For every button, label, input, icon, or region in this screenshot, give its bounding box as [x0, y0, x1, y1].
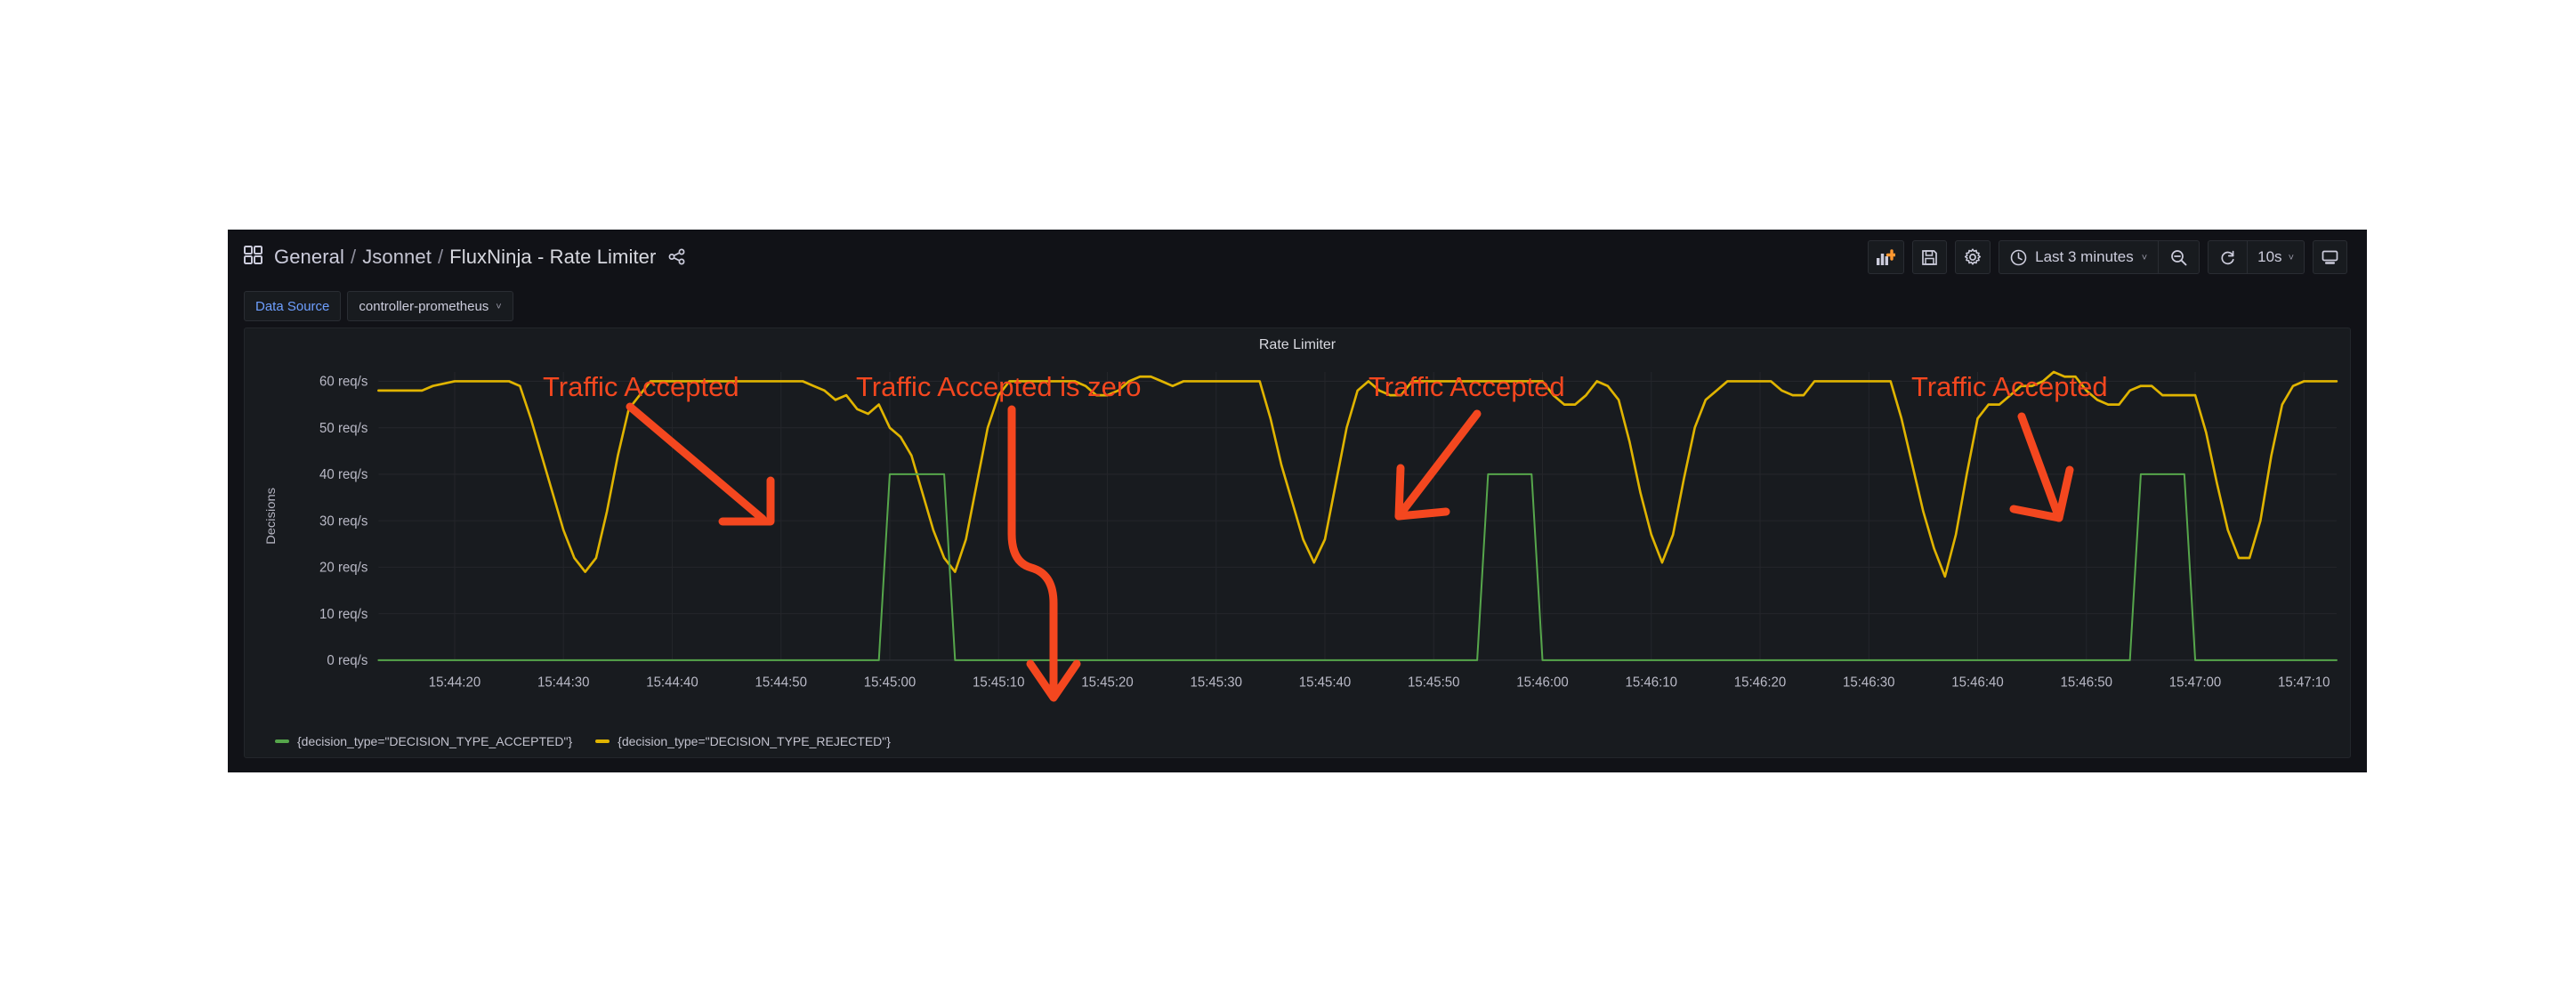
grafana-app: General / Jsonnet / FluxNinja - Rate Lim… — [228, 230, 2367, 772]
refresh-interval-label: 10s — [2257, 248, 2282, 265]
dashboard-variables-bar: Data Source controller-prometheus ˅ — [228, 285, 2367, 327]
chart-svg: 0 req/s 10 req/s 20 req/s 30 req/s 40 req/s 5… — [264, 370, 2338, 691]
screenshot-root: General / Jsonnet / FluxNinja - Rate Lim… — [0, 0, 2576, 994]
x-axis-tick-label: 15:46:20 — [1734, 675, 1786, 690]
breadcrumb-general[interactable]: General — [274, 246, 344, 269]
x-axis-tick-label: 15:45:40 — [1299, 675, 1351, 690]
breadcrumb-separator-1: / — [350, 246, 357, 268]
y-axis-tick-label: 40 req/s — [319, 467, 368, 482]
y-axis-tick-label: 20 req/s — [319, 560, 368, 575]
zoom-out-icon — [2170, 249, 2187, 266]
x-axis-tick-label: 15:46:30 — [1843, 675, 1894, 690]
x-axis-tick-label: 15:46:00 — [1516, 675, 1568, 690]
time-range-picker[interactable]: Last 3 minutes ˅ — [1999, 241, 2158, 273]
datasource-variable-value: controller-prometheus — [359, 298, 489, 314]
x-axis-tick-label: 15:45:10 — [973, 675, 1024, 690]
zoom-out-button[interactable] — [2159, 241, 2199, 273]
panel-plot-area[interactable]: 0 req/s 10 req/s 20 req/s 30 req/s 40 req/s 5… — [245, 355, 2350, 731]
timeseries-panel: Rate Limiter 0 req/s 10 req/s 20 req/s 30 r… — [244, 327, 2351, 758]
kiosk-mode-button[interactable] — [2313, 240, 2347, 274]
breadcrumb-dashboard-title[interactable]: FluxNinja - Rate Limiter — [449, 246, 656, 269]
legend-item-rejected[interactable]: {decision_type="DECISION_TYPE_REJECTED"} — [595, 734, 891, 748]
refresh-icon — [2219, 249, 2236, 266]
top-navbar: General / Jsonnet / FluxNinja - Rate Lim… — [228, 230, 2367, 285]
x-axis-tick-label: 15:44:30 — [537, 675, 589, 690]
legend-swatch-accepted — [275, 739, 289, 743]
datasource-variable: Data Source controller-prometheus ˅ — [244, 291, 513, 321]
panel-legend: {decision_type="DECISION_TYPE_ACCEPTED"}… — [245, 731, 2350, 757]
clock-icon — [2010, 249, 2027, 266]
time-range-label: Last 3 minutes — [2035, 248, 2134, 265]
chevron-down-icon: ˅ — [2288, 253, 2294, 263]
navbar-toolbar: Last 3 minutes ˅ 10s ˅ — [1868, 240, 2347, 274]
breadcrumb: General / Jsonnet / FluxNinja - Rate Lim… — [274, 246, 686, 269]
legend-item-accepted[interactable]: {decision_type="DECISION_TYPE_ACCEPTED"} — [275, 734, 572, 748]
chevron-down-icon: ˅ — [496, 302, 502, 312]
y-axis-tick-label: 0 req/s — [327, 653, 367, 668]
navbar-left: General / Jsonnet / FluxNinja - Rate Lim… — [244, 246, 686, 269]
dashboard-settings-button[interactable] — [1955, 240, 1991, 274]
time-controls-group: Last 3 minutes ˅ — [1999, 240, 2201, 274]
refresh-interval-picker[interactable]: 10s ˅ — [2248, 241, 2304, 273]
x-axis-tick-label: 15:44:50 — [755, 675, 806, 690]
datasource-variable-label: Data Source — [244, 291, 342, 321]
share-icon[interactable] — [668, 248, 686, 271]
add-panel-button[interactable] — [1868, 240, 1905, 274]
x-axis-tick-label: 15:46:10 — [1626, 675, 1677, 690]
x-axis-tick-label: 15:45:30 — [1190, 675, 1241, 690]
x-axis-tick-label: 15:45:20 — [1081, 675, 1133, 690]
legend-label-rejected: {decision_type="DECISION_TYPE_REJECTED"} — [618, 734, 891, 748]
refresh-button[interactable] — [2209, 241, 2247, 273]
datasource-variable-select[interactable]: controller-prometheus ˅ — [347, 291, 513, 321]
y-axis-title: Decisions — [264, 488, 279, 545]
legend-label-accepted: {decision_type="DECISION_TYPE_ACCEPTED"} — [297, 734, 573, 748]
save-dashboard-button[interactable] — [1912, 240, 1948, 274]
y-axis-tick-label: 60 req/s — [319, 374, 368, 389]
dashboard-grid-icon[interactable] — [244, 246, 262, 269]
x-axis-tick-label: 15:45:00 — [864, 675, 916, 690]
breadcrumb-jsonnet[interactable]: Jsonnet — [362, 246, 432, 269]
y-axis-tick-label: 30 req/s — [319, 513, 368, 529]
chevron-down-icon: ˅ — [2141, 253, 2148, 263]
y-axis-tick-label: 50 req/s — [319, 421, 368, 436]
x-axis-tick-label: 15:47:00 — [2169, 675, 2221, 690]
x-axis-tick-label: 15:47:10 — [2278, 675, 2330, 690]
breadcrumb-separator-2: / — [437, 246, 444, 268]
x-axis-tick-label: 15:46:40 — [1951, 675, 2003, 690]
x-axis-tick-label: 15:46:50 — [2061, 675, 2112, 690]
x-axis-tick-label: 15:45:50 — [1408, 675, 1459, 690]
legend-swatch-rejected — [595, 739, 610, 743]
refresh-controls-group: 10s ˅ — [2208, 240, 2305, 274]
y-axis-tick-label: 10 req/s — [319, 607, 368, 622]
panel-title: Rate Limiter — [1258, 337, 1336, 352]
x-axis-tick-label: 15:44:40 — [646, 675, 698, 690]
x-axis-tick-label: 15:44:20 — [429, 675, 480, 690]
